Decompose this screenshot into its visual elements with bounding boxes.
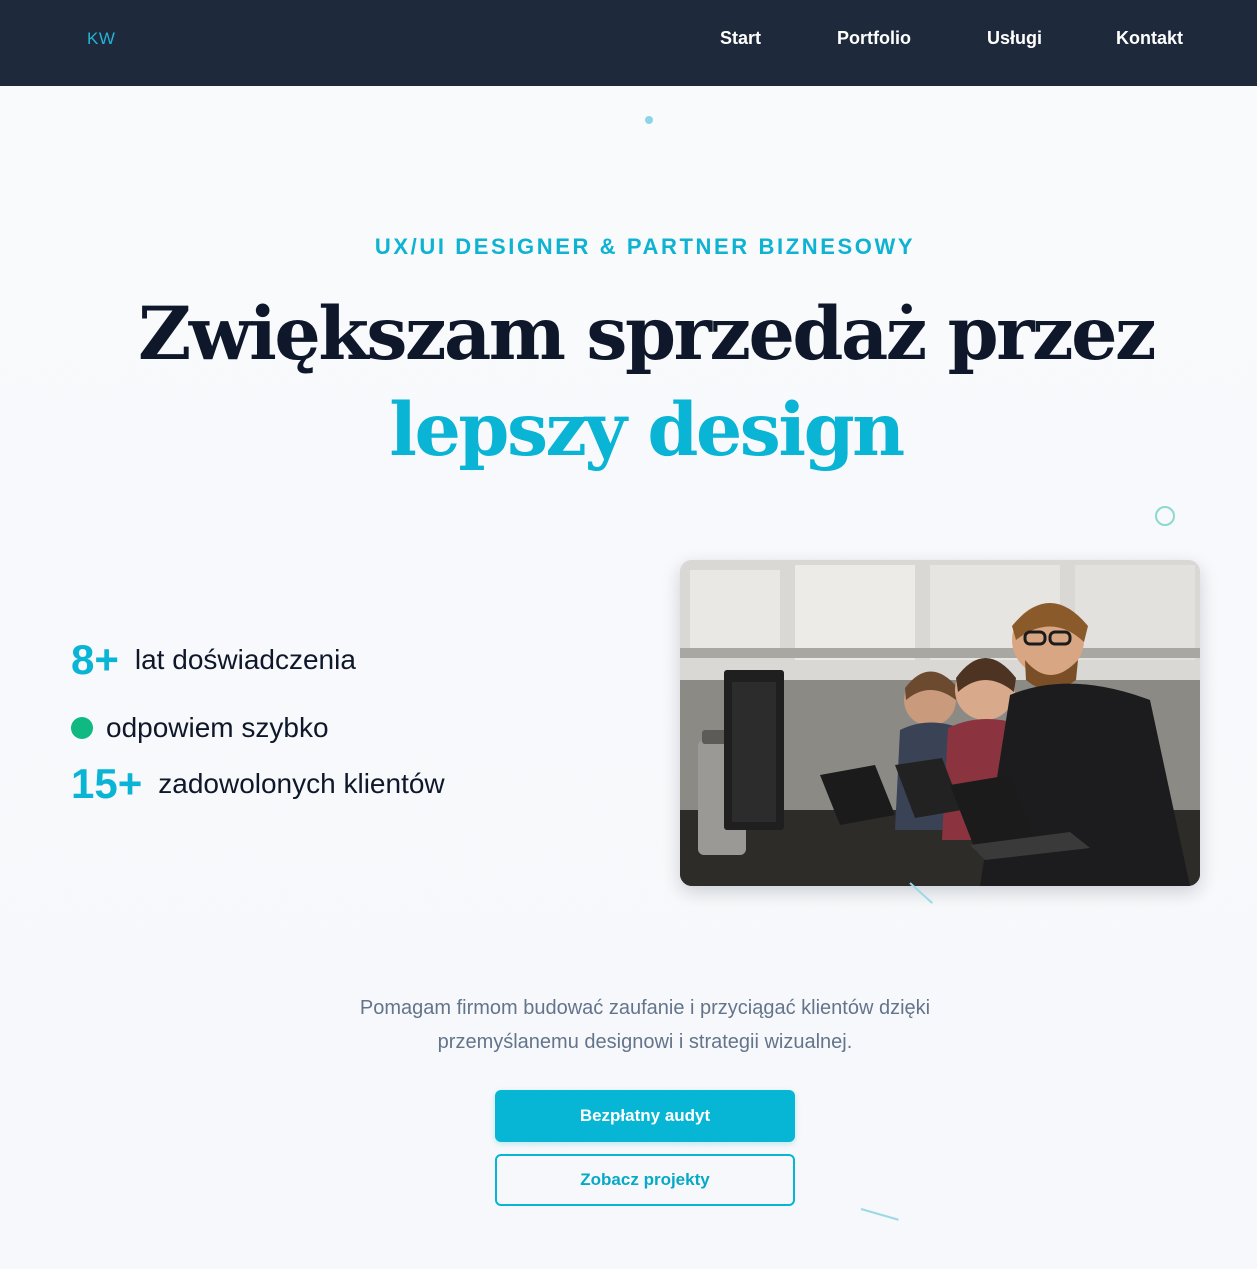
- hero-eyebrow: UX/UI DESIGNER & PARTNER BIZNESOWY: [374, 234, 916, 259]
- stat-clients-number: 15+: [71, 760, 143, 807]
- headline-line-2: lepszy design: [389, 387, 905, 473]
- logo-link[interactable]: KW: [87, 29, 115, 49]
- hero-headline: Zwiększam sprzedaż przez lepszy design: [0, 286, 1257, 478]
- stat-response-label: odpowiem szybko: [106, 712, 329, 743]
- nav-start-link[interactable]: Start: [720, 28, 761, 49]
- stat-response: odpowiem szybko: [71, 704, 329, 752]
- nav-uslugi-link[interactable]: Usługi: [987, 28, 1042, 49]
- decorative-dot: [645, 116, 653, 124]
- description-line-2: przemyślanemu designowi i strategii wizu…: [437, 1031, 853, 1053]
- nav-kontakt-link[interactable]: Kontakt: [1116, 28, 1183, 49]
- stat-experience-label: lat doświadczenia: [134, 644, 356, 675]
- site-header: KW Start Portfolio Usługi Kontakt: [0, 0, 1257, 86]
- description-line-1: Pomagam firmom budować zaufanie i przyci…: [359, 997, 931, 1019]
- decorative-line: [860, 1208, 899, 1221]
- decorative-ring: [1155, 506, 1175, 526]
- office-workers-illustration: [680, 560, 1200, 886]
- view-projects-button[interactable]: Zobacz projekty: [495, 1154, 795, 1206]
- stat-experience: 8+ lat doświadczenia: [71, 636, 356, 684]
- stat-clients: 15+ zadowolonych klientów: [71, 760, 445, 808]
- hero-description: Pomagam firmom budować zaufanie i przyci…: [0, 991, 1257, 1059]
- hero-photo: [680, 560, 1200, 886]
- nav-portfolio-link[interactable]: Portfolio: [837, 28, 911, 49]
- status-dot-icon: [71, 717, 93, 739]
- stat-clients-label: zadowolonych klientów: [158, 768, 445, 799]
- headline-line-1: Zwiększam sprzedaż przez: [138, 291, 1156, 377]
- stat-experience-number: 8+: [71, 636, 119, 683]
- free-audit-button[interactable]: Bezpłatny audyt: [495, 1090, 795, 1142]
